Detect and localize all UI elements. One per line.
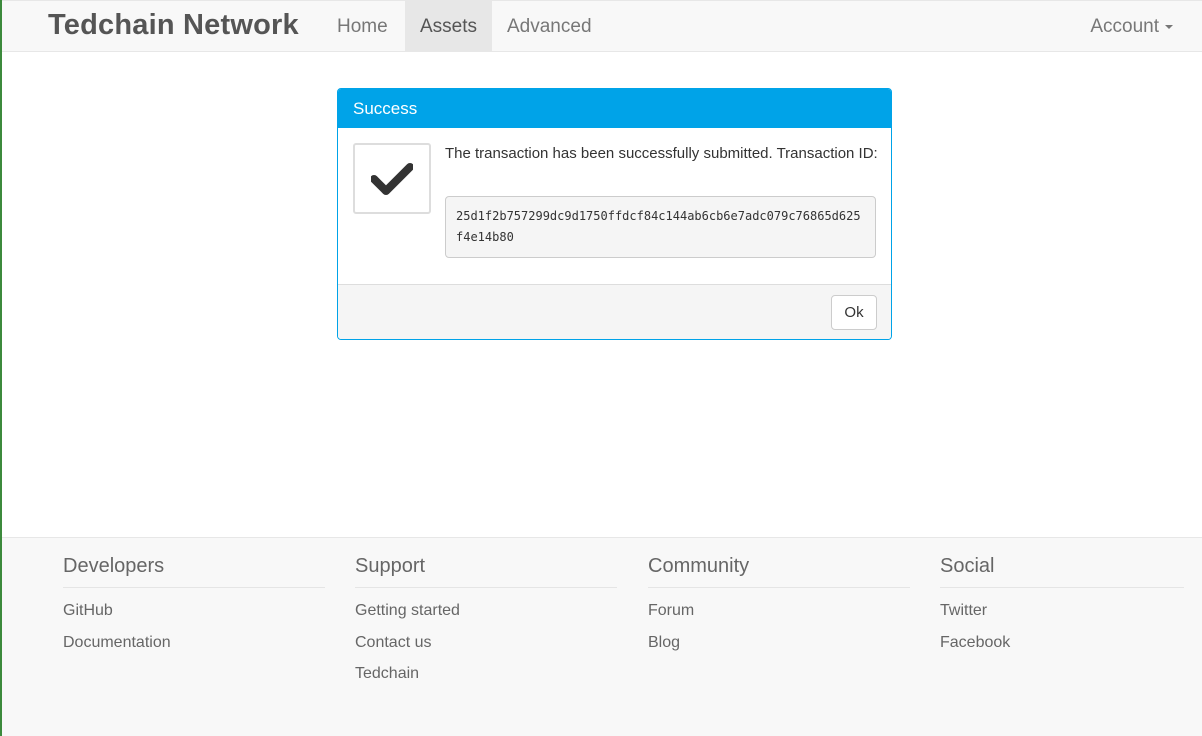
account-dropdown[interactable]: Account [1075, 1, 1188, 52]
checkmark-icon [371, 162, 413, 195]
footer-link-forum[interactable]: Forum [648, 601, 910, 633]
dialog-footer: Ok [338, 284, 891, 339]
footer-link-contact-us[interactable]: Contact us [355, 633, 617, 665]
footer-link-blog[interactable]: Blog [648, 633, 910, 665]
footer-column-support: Support Getting started Contact us Tedch… [355, 555, 617, 696]
account-label: Account [1090, 16, 1159, 37]
footer-column-community: Community Forum Blog [648, 555, 910, 664]
dialog-body: The transaction has been successfully su… [338, 128, 891, 284]
top-navbar: Tedchain Network Home Assets Advanced Ac… [2, 0, 1202, 52]
footer-column-developers: Developers GitHub Documentation [63, 555, 325, 664]
footer-link-tedchain[interactable]: Tedchain [355, 664, 617, 696]
brand-logo[interactable]: Tedchain Network [48, 9, 299, 42]
footer-link-facebook[interactable]: Facebook [940, 633, 1184, 665]
footer-heading: Social [940, 555, 1184, 588]
footer-link-twitter[interactable]: Twitter [940, 601, 1184, 633]
footer-heading: Developers [63, 555, 325, 588]
success-dialog: Success The transaction has been success… [337, 88, 892, 340]
checkmark-icon-box [353, 143, 431, 214]
page-footer: Developers GitHub Documentation Support … [2, 537, 1202, 736]
footer-link-documentation[interactable]: Documentation [63, 633, 325, 665]
footer-heading: Support [355, 555, 617, 588]
footer-link-github[interactable]: GitHub [63, 601, 325, 633]
caret-down-icon [1165, 24, 1173, 29]
nav-assets[interactable]: Assets [405, 1, 492, 52]
nav-advanced[interactable]: Advanced [492, 1, 610, 52]
nav-home[interactable]: Home [322, 1, 406, 52]
footer-column-social: Social Twitter Facebook [940, 555, 1184, 664]
transaction-id-box: 25d1f2b757299dc9d1750ffdcf84c144ab6cb6e7… [445, 196, 876, 258]
footer-link-getting-started[interactable]: Getting started [355, 601, 617, 633]
dialog-title: Success [338, 89, 891, 128]
dialog-message: The transaction has been successfully su… [445, 145, 878, 162]
ok-button[interactable]: Ok [831, 295, 877, 330]
footer-heading: Community [648, 555, 910, 588]
